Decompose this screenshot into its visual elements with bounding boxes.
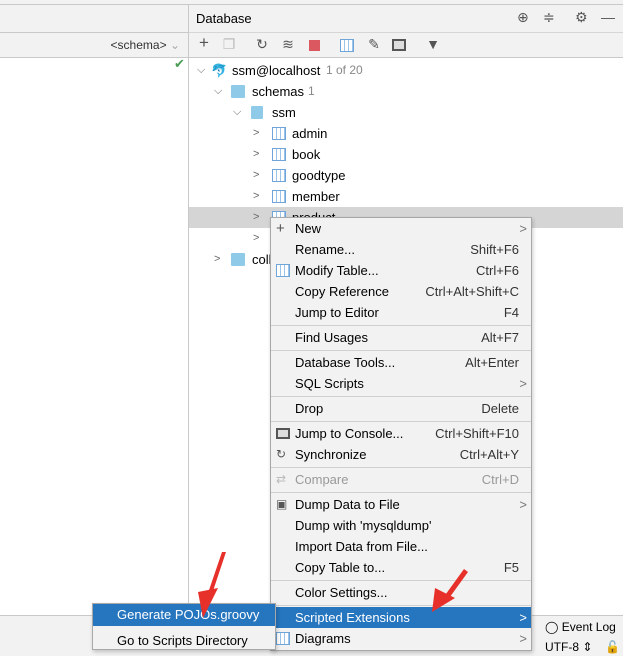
annotation-arrow [432,569,468,612]
annotation-arrow [198,552,226,618]
annotation-arrows [198,552,468,618]
